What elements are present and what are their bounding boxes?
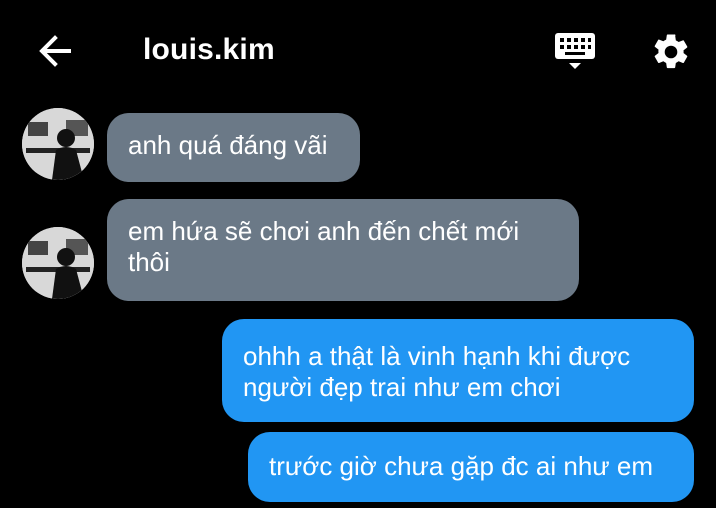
contact-photo	[22, 108, 94, 180]
back-button[interactable]	[30, 26, 80, 76]
message-bubble-incoming: anh quá đáng vãi	[107, 113, 360, 182]
settings-button[interactable]	[645, 26, 697, 78]
message-bubble-incoming: em hứa sẽ chơi anh đến chết mới thôi	[107, 199, 579, 301]
arrow-left-icon	[39, 35, 71, 67]
gear-icon	[654, 34, 688, 69]
keyboard-button[interactable]	[550, 26, 600, 76]
keyboard-icon	[555, 33, 595, 69]
message-bubble-outgoing: trước giờ chưa gặp đc ai như em	[248, 432, 694, 502]
chat-header: louis.kim	[0, 0, 716, 100]
page-title: louis.kim	[143, 33, 275, 66]
avatar[interactable]	[22, 227, 94, 299]
avatar[interactable]	[22, 108, 94, 180]
message-bubble-outgoing: ohhh a thật là vinh hạnh khi được người …	[222, 319, 694, 422]
contact-photo	[22, 227, 94, 299]
